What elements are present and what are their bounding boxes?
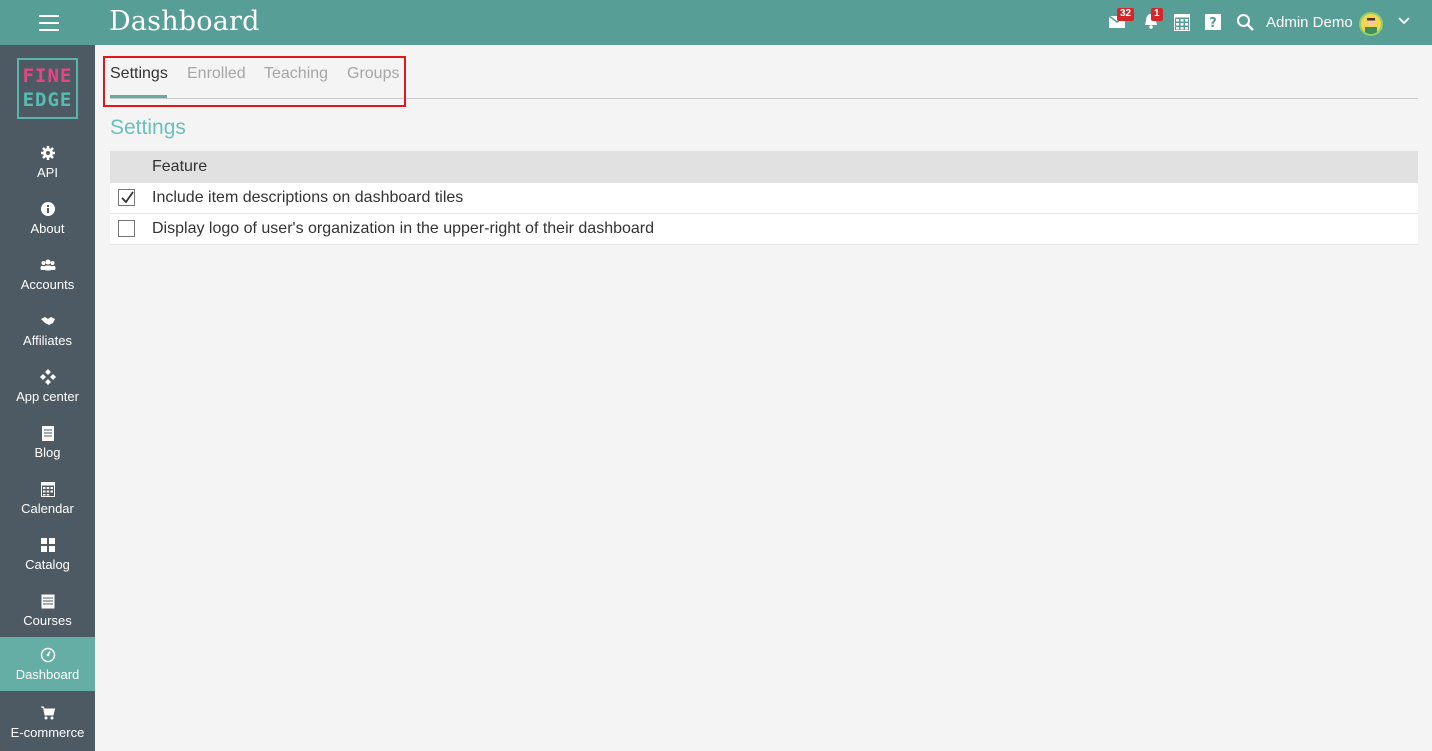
calendar-icon	[40, 482, 55, 497]
cart-icon	[40, 706, 55, 720]
table-header: Feature	[110, 151, 1418, 183]
sidebar-item-label: Blog	[34, 445, 61, 460]
sidebar-item-affiliates[interactable]: Affiliates	[0, 305, 95, 359]
sidebar-item-label: App center	[16, 389, 79, 404]
sidebar-item-calendar[interactable]: Calendar	[0, 473, 95, 527]
gear-icon	[40, 146, 55, 160]
user-name[interactable]: Admin Demo	[1266, 14, 1353, 31]
logo-line-1: FINE	[22, 65, 73, 87]
column-header-feature: Feature	[152, 158, 208, 175]
sidebar-item-label: Catalog	[25, 557, 70, 572]
feature-label: Include item descriptions on dashboard t…	[152, 189, 464, 206]
sidebar-item-label: E-commerce	[10, 725, 85, 740]
calendar-grid-icon[interactable]	[1174, 14, 1194, 34]
sidebar-item-blog[interactable]: Blog	[0, 417, 95, 471]
sidebar-item-label: Affiliates	[23, 333, 72, 348]
sidebar-item-accounts[interactable]: Accounts	[0, 249, 95, 303]
checkmark-icon	[121, 191, 134, 204]
tabs-highlight-box	[103, 56, 406, 107]
section-title: Settings	[110, 116, 186, 139]
diamonds-icon	[39, 369, 56, 385]
feature-checkbox[interactable]	[118, 220, 135, 237]
sidebar-item-app-center[interactable]: App center	[0, 361, 95, 415]
blog-icon	[41, 426, 54, 441]
sidebar-item-label: Calendar	[21, 501, 74, 516]
messages-badge: 32	[1117, 8, 1135, 21]
notifications-badge: 1	[1151, 8, 1163, 21]
sidebar-item-label: Courses	[23, 613, 72, 628]
handshake-icon	[40, 317, 55, 325]
table-row: Display logo of user's organization in t…	[110, 214, 1418, 245]
svg-text:?: ?	[1209, 16, 1217, 30]
sidebar: FINE EDGE API About Accounts Affiliates …	[0, 45, 95, 751]
feature-checkbox-checked[interactable]	[118, 189, 135, 206]
sidebar-item-about[interactable]: About	[0, 193, 95, 247]
chevron-down-icon[interactable]	[1397, 14, 1411, 28]
menu-hamburger-icon[interactable]	[39, 15, 59, 31]
search-icon[interactable]	[1236, 13, 1256, 33]
sidebar-item-label: Dashboard	[15, 667, 80, 682]
table-row: Include item descriptions on dashboard t…	[110, 183, 1418, 214]
settings-table: Feature Include item descriptions on das…	[110, 151, 1418, 245]
logo-line-2: EDGE	[22, 89, 73, 111]
sidebar-item-label: About	[30, 221, 65, 236]
sidebar-item-label: Accounts	[20, 277, 75, 292]
sidebar-item-api[interactable]: API	[0, 137, 95, 191]
sidebar-item-dashboard[interactable]: Dashboard	[0, 637, 95, 691]
grid-icon	[40, 538, 55, 552]
info-icon	[40, 202, 55, 216]
help-icon[interactable]: ?	[1205, 14, 1225, 34]
sidebar-item-label: API	[37, 165, 58, 180]
avatar[interactable]	[1359, 12, 1383, 36]
dashboard-icon	[40, 647, 55, 663]
sidebar-item-courses[interactable]: Courses	[0, 585, 95, 639]
top-bar: Dashboard 32 1 ? Admin Demo	[0, 0, 1432, 45]
users-icon	[40, 259, 55, 271]
courses-icon	[41, 594, 54, 609]
feature-label: Display logo of user's organization in t…	[152, 220, 655, 237]
sidebar-item-catalog[interactable]: Catalog	[0, 529, 95, 583]
logo[interactable]: FINE EDGE	[17, 58, 78, 119]
page-title: Dashboard	[109, 6, 260, 37]
sidebar-item-e-commerce[interactable]: E-commerce	[0, 697, 95, 751]
